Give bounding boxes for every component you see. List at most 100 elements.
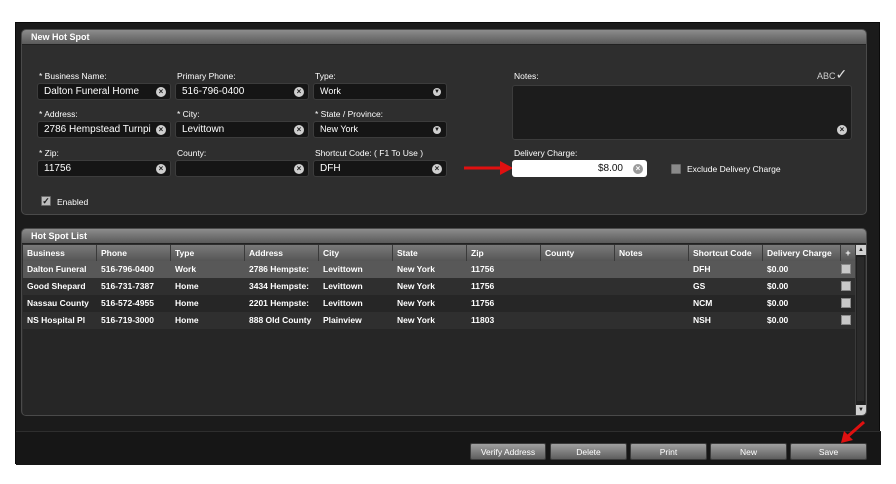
- state-label: * State / Province:: [315, 109, 384, 119]
- shortcut-code-label: Shortcut Code: ( F1 To Use ): [315, 148, 424, 158]
- spellcheck-label: ABC: [817, 71, 836, 81]
- cell-address: 2786 Hempste:: [249, 264, 310, 274]
- column-header[interactable]: State: [393, 245, 467, 261]
- cell-shortcut: DFH: [693, 264, 711, 274]
- clear-icon[interactable]: ×: [837, 125, 847, 135]
- city-value: Levittown: [182, 124, 225, 135]
- exclude-delivery-checkbox[interactable]: [671, 164, 681, 174]
- add-column-button[interactable]: +: [841, 245, 855, 261]
- cell-city: Levittown: [323, 281, 363, 291]
- row-checkbox[interactable]: [841, 264, 851, 274]
- column-header[interactable]: Phone: [97, 245, 171, 261]
- enabled-label: Enabled: [57, 197, 89, 207]
- verify-address-button[interactable]: Verify Address: [470, 443, 546, 460]
- primary-phone-field[interactable]: 516-796-0400 ×: [175, 83, 309, 100]
- business-name-label: * Business Name:: [39, 71, 107, 81]
- clear-icon[interactable]: ×: [633, 164, 643, 174]
- column-header[interactable]: Notes: [615, 245, 689, 261]
- cell-delivery: $0.00: [767, 315, 789, 325]
- address-field[interactable]: 2786 Hempstead Turnpi ×: [37, 121, 171, 138]
- new-hot-spot-panel: New Hot Spot * Business Name: Dalton Fun…: [21, 29, 867, 215]
- cell-state: New York: [397, 281, 435, 291]
- city-field[interactable]: Levittown ×: [175, 121, 309, 138]
- zip-field[interactable]: 11756 ×: [37, 160, 171, 177]
- cell-address: 3434 Hempste:: [249, 281, 310, 291]
- city-label: * City:: [177, 109, 200, 119]
- cell-zip: 11756: [471, 281, 495, 291]
- scroll-track[interactable]: [857, 257, 864, 401]
- type-value: Work: [320, 86, 341, 96]
- delivery-charge-input[interactable]: $8.00 ×: [512, 160, 647, 177]
- column-header[interactable]: Shortcut Code: [689, 245, 763, 261]
- spellcheck-button[interactable]: ABC✓: [817, 66, 847, 83]
- primary-phone-label: Primary Phone:: [177, 71, 236, 81]
- address-value: 2786 Hempstead Turnpi: [44, 124, 151, 135]
- cell-state: New York: [397, 315, 435, 325]
- notes-textarea[interactable]: ×: [512, 85, 852, 140]
- county-label: County:: [177, 148, 207, 158]
- clear-icon[interactable]: ×: [156, 87, 166, 97]
- vertical-scrollbar[interactable]: ▲ ▼: [855, 245, 866, 415]
- annotation-arrow-icon: [841, 420, 865, 443]
- checkmark-icon: ✓: [835, 66, 848, 82]
- column-header[interactable]: Address: [245, 245, 319, 261]
- shortcut-code-field[interactable]: DFH ×: [313, 160, 447, 177]
- cell-business: Good Shepard: [27, 281, 86, 291]
- clear-icon[interactable]: ×: [294, 164, 304, 174]
- delete-button[interactable]: Delete: [550, 443, 627, 460]
- table-row[interactable]: Nassau County 516-572-4955 Home 2201 Hem…: [23, 295, 855, 312]
- cell-notes: [615, 295, 689, 312]
- cell-shortcut: GS: [693, 281, 706, 291]
- cell-shortcut: NCM: [693, 298, 713, 308]
- cell-state: New York: [397, 264, 435, 274]
- enabled-checkbox[interactable]: ✓: [41, 196, 51, 206]
- county-field[interactable]: ×: [175, 160, 309, 177]
- cell-phone: 516-731-7387: [101, 281, 154, 291]
- state-value: New York: [320, 124, 359, 134]
- row-checkbox[interactable]: [841, 315, 851, 325]
- cell-zip: 11803: [471, 315, 495, 325]
- row-checkbox[interactable]: [841, 281, 851, 291]
- delivery-charge-value: $8.00: [597, 163, 623, 174]
- clear-icon[interactable]: ×: [294, 125, 304, 135]
- cell-address: 888 Old County: [249, 315, 312, 325]
- footer-toolbar: Verify Address Delete Print New Save: [16, 431, 881, 465]
- clear-icon[interactable]: ×: [156, 125, 166, 135]
- hot-spot-table: Business Phone Type Address City State Z…: [23, 245, 855, 415]
- print-button[interactable]: Print: [630, 443, 707, 460]
- row-checkbox[interactable]: [841, 298, 851, 308]
- scroll-down-icon[interactable]: ▼: [856, 405, 866, 415]
- cell-delivery: $0.00: [767, 281, 789, 291]
- column-header[interactable]: Zip: [467, 245, 541, 261]
- notes-label: Notes:: [514, 71, 539, 81]
- column-header[interactable]: Type: [171, 245, 245, 261]
- table-row[interactable]: NS Hospital Pl 516-719-3000 Home 888 Old…: [23, 312, 855, 329]
- type-select[interactable]: Work ▼: [313, 83, 447, 100]
- cell-delivery: $0.00: [767, 298, 789, 308]
- delivery-charge-label: Delivery Charge:: [514, 148, 578, 158]
- cell-business: NS Hospital Pl: [27, 315, 86, 325]
- scroll-up-icon[interactable]: ▲: [856, 245, 866, 255]
- cell-type: Home: [175, 281, 199, 291]
- panel-title: New Hot Spot: [22, 30, 866, 45]
- column-header[interactable]: Business: [23, 245, 97, 261]
- clear-icon[interactable]: ×: [156, 164, 166, 174]
- table-row[interactable]: Dalton Funeral 516-796-0400 Work 2786 He…: [23, 261, 855, 278]
- cell-business: Dalton Funeral: [27, 264, 87, 274]
- table-row[interactable]: Good Shepard 516-731-7387 Home 3434 Hemp…: [23, 278, 855, 295]
- cell-state: New York: [397, 298, 435, 308]
- cell-county: [541, 312, 615, 329]
- clear-icon[interactable]: ×: [432, 164, 442, 174]
- business-name-field[interactable]: Dalton Funeral Home ×: [37, 83, 171, 100]
- cell-zip: 11756: [471, 298, 495, 308]
- primary-phone-value: 516-796-0400: [182, 86, 245, 97]
- column-header[interactable]: Delivery Charge: [763, 245, 841, 261]
- state-select[interactable]: New York ▼: [313, 121, 447, 138]
- type-label: Type:: [315, 71, 336, 81]
- clear-icon[interactable]: ×: [294, 87, 304, 97]
- column-header[interactable]: County: [541, 245, 615, 261]
- cell-notes: [615, 312, 689, 329]
- column-header[interactable]: City: [319, 245, 393, 261]
- new-button[interactable]: New: [710, 443, 787, 460]
- cell-zip: 11756: [471, 264, 495, 274]
